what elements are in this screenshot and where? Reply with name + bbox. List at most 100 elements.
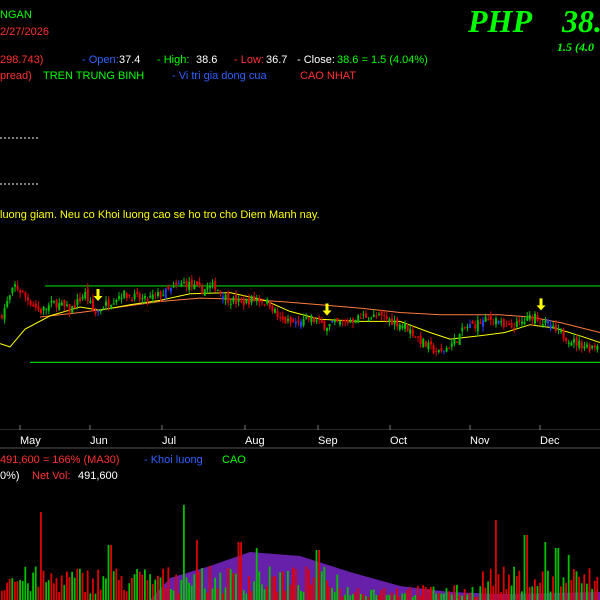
- volume-bar: [253, 581, 255, 600]
- candle-body: [71, 306, 74, 313]
- volume-bar: [27, 583, 29, 600]
- volume-bar: [513, 566, 515, 600]
- candle-body: [240, 301, 243, 303]
- x-tick-label: Oct: [390, 435, 407, 447]
- volume-bar: [55, 578, 58, 600]
- x-tick-label: Jul: [162, 435, 176, 447]
- candle-body: [76, 298, 79, 305]
- candle-body: [19, 290, 22, 293]
- candle-body: [175, 282, 178, 286]
- volume-bar: [34, 566, 37, 600]
- candle-body: [131, 299, 133, 301]
- open-value: 37.4: [119, 54, 140, 66]
- volume-bar: [432, 586, 435, 600]
- candle-body: [224, 294, 227, 300]
- volume-bar: [539, 582, 541, 600]
- volume-bar: [385, 595, 388, 600]
- candle-body: [193, 284, 196, 289]
- volume-bar: [393, 594, 396, 600]
- volume-bar: [157, 575, 159, 600]
- candle-body: [58, 303, 61, 310]
- volume-bar: [154, 579, 157, 600]
- volume-bar: [406, 589, 409, 600]
- volume-bar: [188, 583, 190, 600]
- candle-body: [196, 281, 198, 285]
- candle-body: [300, 321, 302, 327]
- volume-bar: [346, 587, 349, 600]
- candle-body: [323, 320, 326, 330]
- volume-bar: [391, 592, 393, 600]
- candle-body: [128, 294, 131, 296]
- candle-body: [14, 284, 16, 287]
- volume-bar: [567, 555, 570, 600]
- volume-bar: [159, 577, 162, 600]
- volume-bar: [435, 593, 437, 600]
- volume-bar: [29, 591, 32, 600]
- volume-bar: [354, 592, 357, 600]
- candle-body: [180, 283, 183, 286]
- volume-bar: [349, 595, 352, 600]
- volume-bar: [198, 571, 201, 600]
- volume-bar: [526, 535, 528, 600]
- volume-bar: [63, 585, 66, 600]
- candle-body: [167, 285, 170, 290]
- candle-body: [45, 308, 48, 310]
- candle-body: [320, 319, 323, 323]
- candle-body: [422, 339, 425, 347]
- volume-bar: [131, 578, 133, 600]
- volume-bar: [479, 586, 482, 600]
- volume-bar: [440, 593, 443, 600]
- candle-body: [513, 327, 516, 330]
- candle-body: [177, 283, 180, 285]
- volume-bar: [146, 580, 149, 600]
- candle-body: [3, 307, 6, 320]
- candle-body: [297, 320, 300, 323]
- volume-bar: [510, 585, 513, 600]
- candle-body: [461, 327, 464, 332]
- candle-body: [458, 333, 461, 345]
- candle-body: [274, 309, 276, 313]
- candle-body: [258, 298, 261, 302]
- volume-bar: [81, 572, 84, 600]
- volume-bar: [123, 590, 125, 600]
- volume-bar: [219, 572, 222, 600]
- candle-body: [214, 281, 217, 291]
- candle-body: [27, 297, 29, 301]
- candle-body: [172, 285, 175, 288]
- candle-body: [206, 287, 209, 290]
- candle-body: [526, 316, 529, 321]
- volume-bar: [84, 592, 86, 600]
- volume-bar: [450, 594, 453, 600]
- candle-body: [502, 318, 505, 327]
- candle-body: [406, 325, 409, 332]
- volume-bar: [242, 590, 245, 600]
- volume-label: - Khoi luong: [144, 454, 203, 466]
- candle-body: [146, 298, 149, 301]
- volume-bar: [591, 589, 593, 600]
- candle-body: [107, 299, 110, 307]
- legend-item-4: CAO NHAT: [300, 70, 356, 82]
- symbol-title: PHP: [467, 3, 532, 39]
- volume-bar: [456, 584, 458, 600]
- candle-body: [53, 300, 55, 303]
- volume-bar: [292, 567, 294, 600]
- volume-bar: [294, 569, 297, 600]
- volume-bar: [258, 571, 261, 600]
- candle-body: [354, 322, 357, 324]
- volume-bar: [502, 566, 505, 600]
- volume-bar: [6, 582, 8, 600]
- candle-body: [456, 341, 458, 343]
- volume-bar: [229, 569, 232, 600]
- ohlc-prefix: 298.743): [0, 54, 43, 66]
- volume-bar: [541, 571, 544, 600]
- volume-bar: [177, 593, 180, 600]
- volume-bar: [133, 574, 136, 600]
- close-label: - Close:: [297, 54, 335, 66]
- volume-bar: [554, 548, 557, 600]
- volume-bar: [409, 587, 411, 600]
- volume-bar: [372, 589, 375, 600]
- candle-body: [266, 299, 269, 304]
- volume-bar: [107, 545, 110, 600]
- candle-body: [55, 300, 58, 308]
- volume-bar: [175, 574, 177, 600]
